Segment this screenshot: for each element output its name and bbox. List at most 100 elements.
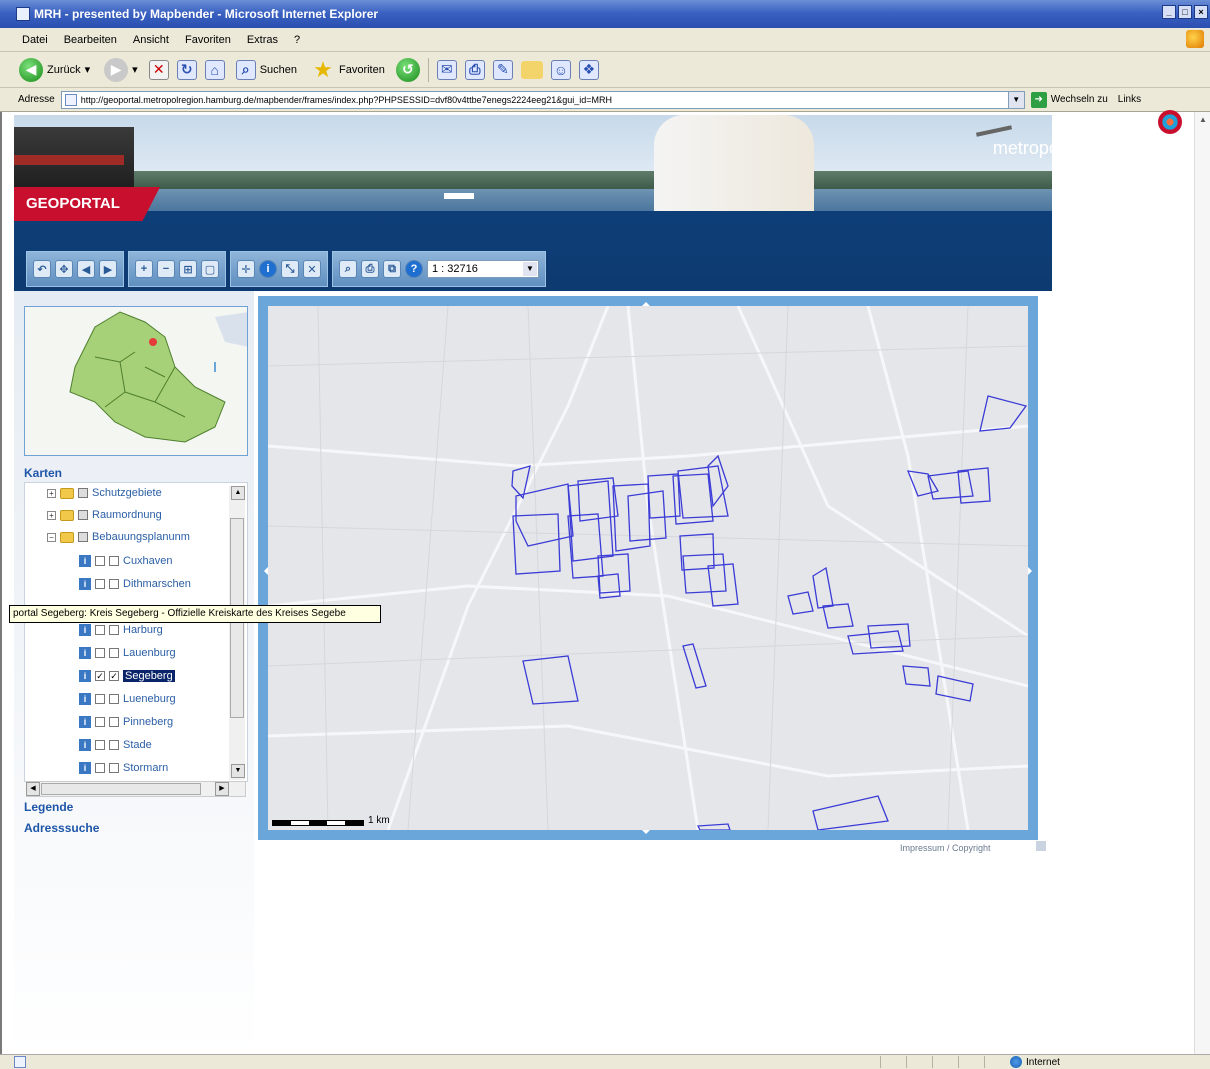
minimize-button[interactable]: _ xyxy=(1162,5,1176,19)
refresh-icon[interactable]: ↻ xyxy=(176,59,197,80)
maximize-button[interactable]: □ xyxy=(1178,5,1192,19)
measure-icon[interactable]: ⤡ xyxy=(281,260,299,278)
tree-layer-cuxhaven[interactable]: i Cuxhaven xyxy=(79,553,173,569)
info-icon[interactable]: i xyxy=(79,670,91,682)
tree-folder-raumordnung[interactable]: + Raumordnung xyxy=(47,507,162,523)
visibility-checkbox[interactable] xyxy=(109,625,119,635)
resize-icon[interactable] xyxy=(1036,841,1046,851)
adresssuche-link[interactable]: Adresssuche xyxy=(24,821,99,835)
scroll-up-icon[interactable]: ▲ xyxy=(231,486,245,500)
address-input[interactable]: http://geoportal.metropolregion.hamburg.… xyxy=(60,90,1025,109)
query-checkbox[interactable] xyxy=(95,648,105,658)
pan-icon[interactable]: ✥ xyxy=(55,260,73,278)
query-checkbox[interactable]: ✓ xyxy=(95,671,105,681)
mail-icon[interactable]: ✉ xyxy=(436,59,457,80)
karten-heading[interactable]: Karten xyxy=(24,466,62,480)
visibility-checkbox[interactable] xyxy=(109,694,119,704)
search-map-icon[interactable]: ⌕ xyxy=(339,260,357,278)
stop-icon[interactable]: ✕ xyxy=(148,59,169,80)
query-checkbox[interactable] xyxy=(95,625,105,635)
info-icon[interactable]: i xyxy=(79,693,91,705)
forward-icon[interactable]: ▶ xyxy=(99,260,117,278)
legende-link[interactable]: Legende xyxy=(24,800,73,814)
visibility-checkbox[interactable]: ✓ xyxy=(109,671,119,681)
impressum-link[interactable]: Impressum / Copyright xyxy=(900,843,991,853)
menu-ansicht[interactable]: Ansicht xyxy=(133,34,169,46)
menu-help[interactable]: ? xyxy=(294,34,300,46)
search-button[interactable]: ⌕ Suchen xyxy=(233,56,300,84)
visibility-checkbox[interactable] xyxy=(109,740,119,750)
scroll-down-icon[interactable]: ▼ xyxy=(231,764,245,778)
history-icon[interactable]: ↺ xyxy=(395,57,420,82)
info-icon[interactable]: i xyxy=(79,578,91,590)
visibility-checkbox[interactable] xyxy=(109,556,119,566)
chevron-down-icon[interactable]: ▼ xyxy=(523,262,537,276)
zoom-in-icon[interactable]: + xyxy=(135,260,153,278)
expand-icon[interactable]: + xyxy=(47,510,56,520)
info-icon[interactable]: i xyxy=(79,647,91,659)
page-scrollbar[interactable]: ▲ xyxy=(1194,112,1210,1054)
chevron-down-icon[interactable]: ▼ xyxy=(1007,91,1024,108)
info-icon[interactable]: i xyxy=(79,555,91,567)
chevron-down-icon[interactable]: ▾ xyxy=(132,63,138,76)
research-icon[interactable]: ❖ xyxy=(578,59,599,80)
tree-layer-lauenburg[interactable]: i Lauenburg xyxy=(79,645,176,661)
info-icon[interactable]: i xyxy=(259,260,277,278)
tree-layer-harburg[interactable]: i Harburg xyxy=(79,622,163,638)
visibility-checkbox[interactable] xyxy=(109,717,119,727)
scroll-left-icon[interactable]: ◀ xyxy=(26,782,40,796)
query-checkbox[interactable] xyxy=(95,579,105,589)
layer-icon[interactable]: ⧉ xyxy=(383,260,401,278)
collapse-icon[interactable]: − xyxy=(47,532,56,542)
layer-checkbox[interactable] xyxy=(78,532,88,542)
info-icon[interactable]: i xyxy=(79,762,91,774)
visibility-checkbox[interactable] xyxy=(109,763,119,773)
info-icon[interactable]: i xyxy=(79,716,91,728)
overview-map[interactable] xyxy=(24,306,248,456)
chevron-down-icon[interactable]: ▾ xyxy=(85,63,91,76)
expand-icon[interactable]: + xyxy=(47,488,56,498)
back-icon[interactable]: ◀ xyxy=(77,260,95,278)
menu-extras[interactable]: Extras xyxy=(247,34,278,46)
history-back-icon[interactable]: ↶ xyxy=(33,260,51,278)
tree-scrollbar-horizontal[interactable] xyxy=(26,781,246,797)
tree-layer-pinneberg[interactable]: i Pinneberg xyxy=(79,714,173,730)
zoom-out-icon[interactable]: − xyxy=(157,260,175,278)
query-checkbox[interactable] xyxy=(95,556,105,566)
visibility-checkbox[interactable] xyxy=(109,648,119,658)
tree-folder-schutzgebiete[interactable]: + Schutzgebiete xyxy=(47,485,162,501)
visibility-checkbox[interactable] xyxy=(109,579,119,589)
zoom-box-icon[interactable]: ▢ xyxy=(201,260,219,278)
forward-button[interactable]: ▶ ▾ xyxy=(101,56,141,84)
messenger-icon[interactable]: ☺ xyxy=(550,59,571,80)
menu-bearbeiten[interactable]: Bearbeiten xyxy=(64,34,117,46)
query-checkbox[interactable] xyxy=(95,763,105,773)
close-button[interactable]: × xyxy=(1194,5,1208,19)
favorites-button[interactable]: ★ Favoriten xyxy=(308,56,388,84)
menu-favoriten[interactable]: Favoriten xyxy=(185,34,231,46)
info-icon[interactable]: i xyxy=(79,624,91,636)
clear-icon[interactable]: ✕ xyxy=(303,260,321,278)
back-button[interactable]: ◀ Zurück ▾ xyxy=(16,56,93,84)
links-button[interactable]: Links xyxy=(1118,94,1141,105)
scale-select[interactable]: 1 : 32716 ▼ xyxy=(427,260,539,278)
query-checkbox[interactable] xyxy=(95,717,105,727)
query-checkbox[interactable] xyxy=(95,740,105,750)
tree-layer-dithmarschen[interactable]: i Dithmarschen xyxy=(79,576,191,592)
home-icon[interactable]: ⌂ xyxy=(204,59,225,80)
map-canvas[interactable] xyxy=(268,306,1028,830)
menu-datei[interactable]: Datei xyxy=(22,34,48,46)
tree-layer-stormarn[interactable]: i Stormarn xyxy=(79,760,168,776)
scroll-right-icon[interactable]: ▶ xyxy=(215,782,229,796)
zoom-full-icon[interactable]: ⊞ xyxy=(179,260,197,278)
edit-icon[interactable]: ✎ xyxy=(492,59,513,80)
center-icon[interactable]: ✛ xyxy=(237,260,255,278)
query-checkbox[interactable] xyxy=(95,694,105,704)
info-icon[interactable]: i xyxy=(79,739,91,751)
tree-layer-lueneburg[interactable]: i Lueneburg xyxy=(79,691,176,707)
print-icon[interactable]: ⎙ xyxy=(464,59,485,80)
tree-scrollbar-vertical[interactable] xyxy=(229,486,245,780)
tree-hscroll-thumb[interactable] xyxy=(41,783,201,795)
help-icon[interactable]: ? xyxy=(405,260,423,278)
layer-checkbox[interactable] xyxy=(78,510,88,520)
